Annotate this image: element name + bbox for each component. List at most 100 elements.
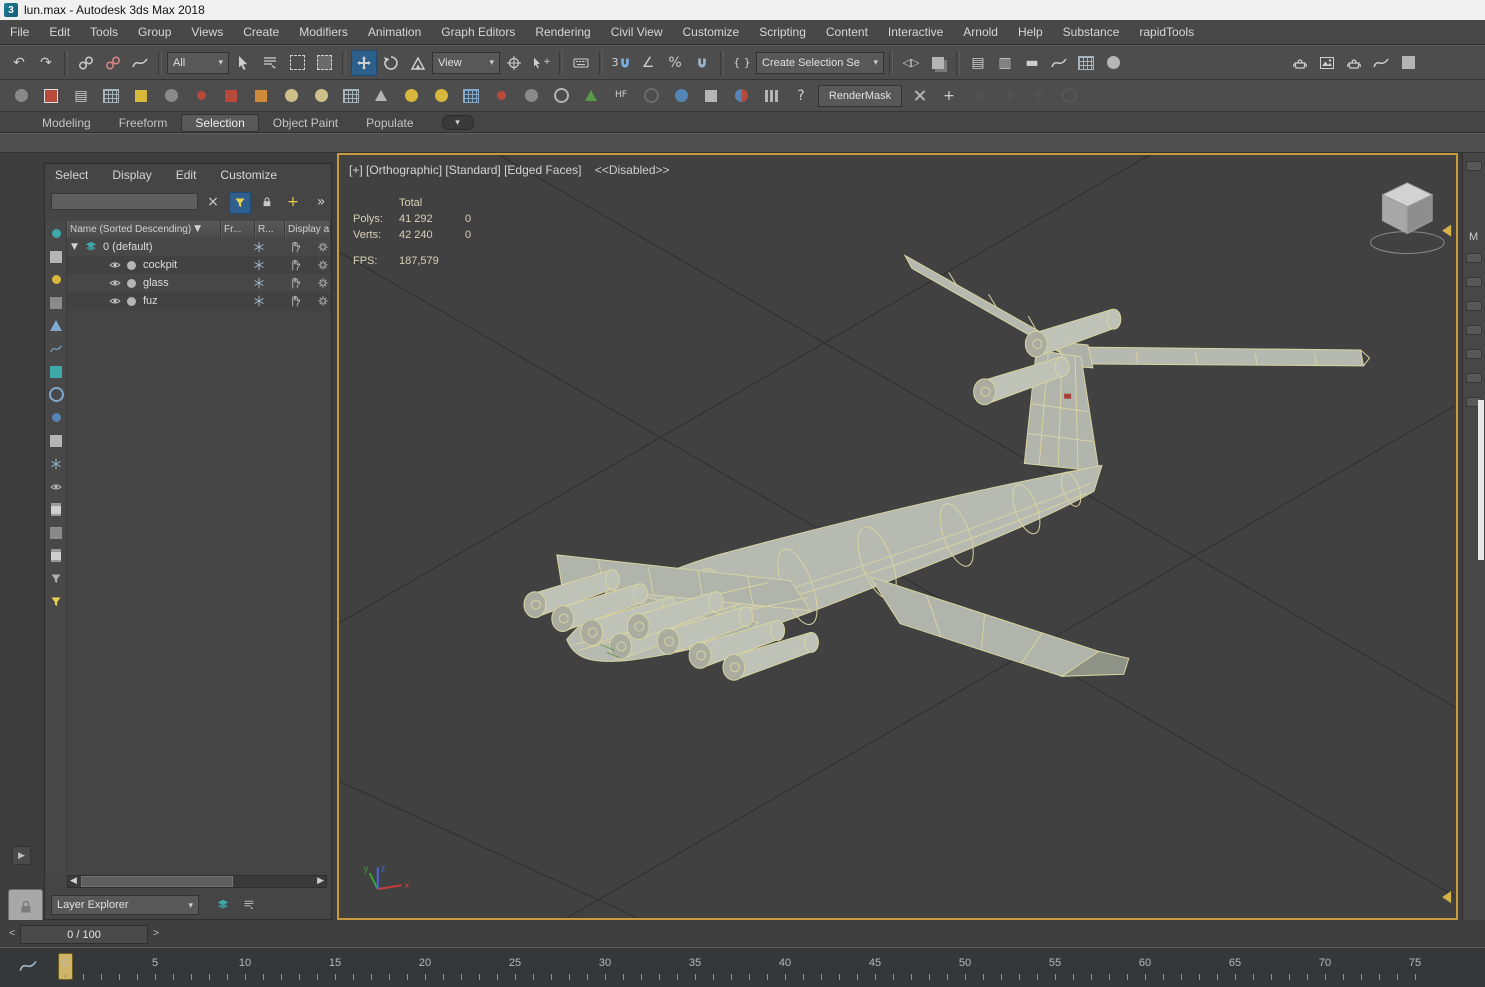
selectable-dot-icon[interactable] [127, 278, 136, 288]
viewcube[interactable] [1370, 182, 1445, 254]
redo-button[interactable]: ↷ [33, 50, 59, 76]
schematic-view-button[interactable] [1073, 50, 1099, 76]
eye-icon[interactable] [109, 259, 121, 271]
gear-icon[interactable] [317, 295, 329, 307]
selection-filter-dropdown[interactable]: All ▾ [167, 51, 229, 74]
frame-counter-field[interactable]: 0 / 100 [20, 925, 148, 944]
tab-modeling[interactable]: Modeling [28, 114, 105, 132]
menu-rapidtools[interactable]: rapidTools [1129, 25, 1204, 39]
selectable-dot-icon[interactable] [127, 260, 136, 270]
menu-views[interactable]: Views [181, 25, 233, 39]
panel-scrollbar[interactable] [1478, 400, 1484, 560]
layer-list-button[interactable]: ▤ [68, 83, 94, 109]
tab-object-paint[interactable]: Object Paint [259, 114, 352, 132]
display-lights-button[interactable] [47, 271, 66, 288]
mini-curve-icon[interactable] [18, 957, 38, 975]
duo-ball-button[interactable] [728, 83, 754, 109]
edit-named-selections-button[interactable]: { } [729, 50, 755, 76]
help-button[interactable]: ? [788, 83, 814, 109]
menu-substance[interactable]: Substance [1053, 25, 1130, 39]
menu-customize[interactable]: Customize [673, 25, 750, 39]
display-statistics-button[interactable] [47, 524, 66, 541]
column-render[interactable]: R... [255, 221, 285, 238]
selectable-dot-icon[interactable] [127, 296, 136, 306]
menu-content[interactable]: Content [816, 25, 878, 39]
display-list-button[interactable] [47, 501, 66, 518]
scroll-left-icon[interactable]: ◀ [70, 877, 77, 886]
percent-snap-toggle[interactable]: % [662, 50, 688, 76]
dome-button[interactable] [278, 83, 304, 109]
render-iterative-button[interactable] [1368, 50, 1394, 76]
lock-explorer-button[interactable] [257, 192, 277, 212]
scroll-right-icon[interactable]: ▶ [317, 877, 324, 886]
viewport-label-text[interactable]: [+] [Orthographic] [Standard] [Edged Fac… [349, 163, 581, 177]
rollout-grip[interactable] [1466, 373, 1482, 383]
gear-icon[interactable] [317, 277, 329, 289]
rollout-grip[interactable] [1466, 325, 1482, 335]
select-object-button[interactable] [230, 50, 256, 76]
add-button[interactable]: + [936, 83, 962, 109]
gear-icon[interactable] [317, 259, 329, 271]
rect-selection-region-button[interactable] [284, 50, 310, 76]
explorer-options-button[interactable] [239, 895, 259, 915]
menu-interactive[interactable]: Interactive [878, 25, 953, 39]
anchor-button[interactable] [518, 83, 544, 109]
swirl-button[interactable] [638, 83, 664, 109]
menu-edit[interactable]: Edit [39, 25, 80, 39]
scrollbar-thumb[interactable] [80, 876, 233, 887]
reference-coordinate-dropdown[interactable]: View ▾ [432, 51, 500, 74]
align-button[interactable] [925, 50, 951, 76]
object-row[interactable]: cockpit [67, 256, 331, 274]
frame-back-button[interactable]: < [6, 926, 18, 941]
snaps-toggle-button[interactable]: 3 [608, 50, 634, 76]
viewport[interactable]: x y z [+] [Orthographic] [Standard] [Edg… [337, 153, 1458, 920]
sphere-button[interactable] [308, 83, 334, 109]
explorer-menu-display[interactable]: Display [112, 168, 151, 182]
menu-scripting[interactable]: Scripting [749, 25, 816, 39]
window-crossing-toggle[interactable] [311, 50, 337, 76]
named-selection-dropdown[interactable]: Create Selection Se ▾ [756, 51, 884, 74]
bind-to-space-warp-button[interactable] [127, 50, 153, 76]
curve-editor-button[interactable] [1046, 50, 1072, 76]
light-button[interactable] [188, 83, 214, 109]
display-space-warps-button[interactable] [47, 340, 66, 357]
viewport-edge-markers[interactable] [1442, 224, 1452, 904]
display-geometry-button[interactable] [47, 248, 66, 265]
sun-button[interactable] [398, 83, 424, 109]
eye-icon[interactable] [109, 277, 121, 289]
pick-filter-button[interactable] [47, 570, 66, 587]
eye-icon[interactable] [109, 295, 121, 307]
menu-file[interactable]: File [0, 25, 39, 39]
disabled-tool-3[interactable] [1026, 83, 1052, 109]
display-helpers-button[interactable] [47, 317, 66, 334]
rendered-frame-window-button[interactable] [1314, 50, 1340, 76]
rollout-grip[interactable] [1466, 349, 1482, 359]
frame-forward-button[interactable]: > [150, 926, 162, 941]
tab-selection[interactable]: Selection [181, 114, 259, 132]
menu-tools[interactable]: Tools [80, 25, 128, 39]
display-materials-button[interactable] [47, 409, 66, 426]
menu-modifiers[interactable]: Modifiers [289, 25, 358, 39]
tab-freeform[interactable]: Freeform [105, 114, 182, 132]
select-and-rotate-button[interactable] [378, 50, 404, 76]
cone-button[interactable] [368, 83, 394, 109]
render-setup-button[interactable] [1287, 50, 1313, 76]
camera-add-button[interactable] [698, 83, 724, 109]
globe-button[interactable] [548, 83, 574, 109]
hand-icon[interactable] [289, 241, 301, 253]
marble-button[interactable] [488, 83, 514, 109]
hand-icon[interactable] [289, 259, 301, 271]
hand-icon[interactable] [289, 277, 301, 289]
hf-button[interactable]: HF [608, 83, 634, 109]
frozen-icon[interactable] [253, 259, 265, 271]
column-name[interactable]: Name (Sorted Descending) ▼ [67, 221, 221, 238]
menu-rendering[interactable]: Rendering [525, 25, 600, 39]
select-by-name-button[interactable] [257, 50, 283, 76]
expand-panel-arrow[interactable]: ▶ [12, 846, 31, 865]
display-containers-button[interactable] [47, 432, 66, 449]
plane-button[interactable] [248, 83, 274, 109]
mirror-button[interactable]: ◁▷ [898, 50, 924, 76]
object-row[interactable]: glass [67, 274, 331, 292]
undo-button[interactable]: ↶ [6, 50, 32, 76]
explorer-search-input[interactable] [51, 193, 198, 210]
